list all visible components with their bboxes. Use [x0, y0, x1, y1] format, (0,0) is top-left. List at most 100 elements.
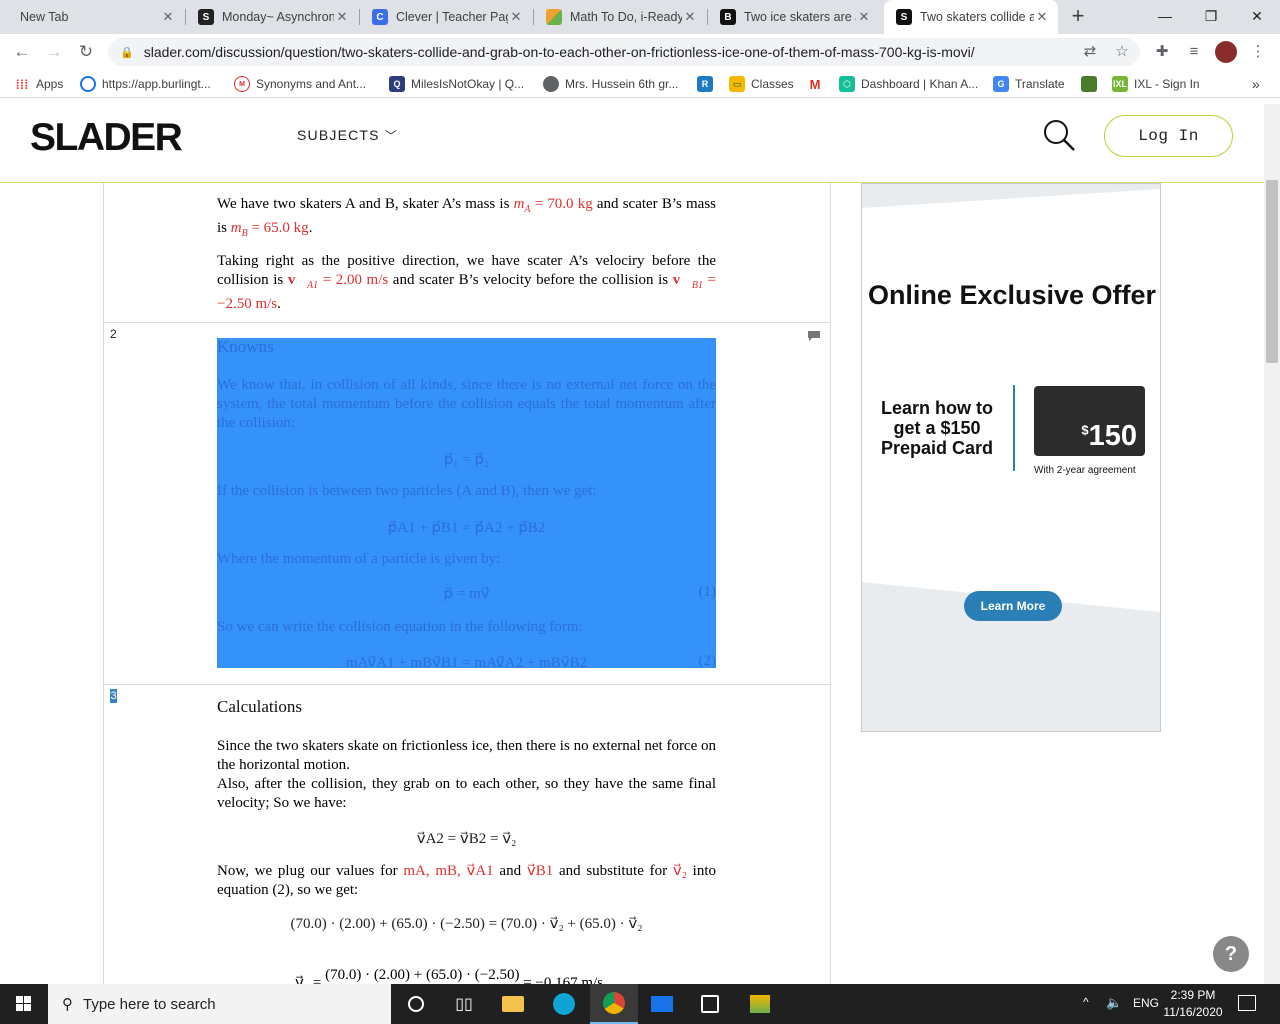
address-url: slader.com/discussion/question/two-skate… — [143, 44, 975, 60]
tab-ice-skaters[interactable]: B Two ice skaters are a ✕ — [708, 0, 880, 34]
help-button[interactable]: ? — [1213, 936, 1249, 972]
search-icon[interactable] — [1043, 119, 1075, 151]
chevron-up-icon[interactable]: ^ — [1083, 995, 1089, 1009]
step2-paragraph1: We know that, in collision of all kinds,… — [217, 377, 716, 431]
tab-new-tab[interactable]: New Tab ✕ — [8, 0, 184, 34]
mail-icon[interactable] — [638, 984, 686, 1024]
tab-iready[interactable]: Math To Do, i-Ready ✕ — [534, 0, 706, 34]
step2-paragraph3: Where the momentum of a particle is give… — [217, 551, 501, 567]
bookmark-synonyms[interactable]: M Synonyms and Ant... — [234, 75, 366, 93]
chrome-menu-icon[interactable]: ⋮ — [1246, 40, 1270, 64]
step1-paragraph2: Taking right as the positive direction, … — [217, 253, 717, 312]
bookmark-translate[interactable]: G Translate — [993, 75, 1065, 93]
store-icon[interactable] — [686, 984, 734, 1024]
cortana-icon[interactable] — [392, 984, 440, 1024]
bookmark-apps[interactable]: ⁞⁞⁞ Apps — [14, 75, 64, 93]
tab-title: Two ice skaters are a — [744, 10, 856, 24]
taskbar-search-box[interactable]: ⚲ Type here to search — [48, 984, 391, 1024]
app-icon[interactable] — [736, 984, 784, 1024]
windows-start-icon[interactable] — [0, 984, 48, 1024]
ad-tagline: Learn how to get a $150 Prepaid Card — [880, 398, 994, 458]
close-icon[interactable]: ✕ — [508, 9, 524, 25]
reload-icon[interactable]: ↻ — [74, 40, 98, 64]
bookmark-r[interactable]: R — [697, 75, 719, 93]
chevron-down-icon: ﹀ — [384, 129, 399, 143]
file-explorer-icon[interactable] — [489, 984, 537, 1024]
scrollbar-thumb[interactable] — [1266, 180, 1278, 363]
close-window-button[interactable]: ✕ — [1234, 0, 1280, 34]
forward-arrow-icon[interactable]: → — [42, 40, 66, 64]
close-icon[interactable]: ✕ — [160, 9, 176, 25]
back-arrow-icon[interactable]: ← — [10, 40, 34, 64]
task-view-icon[interactable]: ▯▯ — [440, 984, 488, 1024]
address-bar[interactable]: 🔒 slader.com/discussion/question/two-ska… — [108, 38, 1140, 66]
bookmark-classes[interactable]: ▭ Classes — [729, 75, 794, 93]
language-indicator[interactable]: ENG — [1133, 996, 1159, 1010]
subjects-menu[interactable]: SUBJECTS ﹀ — [297, 127, 398, 144]
bookmark-star-icon[interactable]: ☆ — [1110, 40, 1134, 64]
close-icon[interactable]: ✕ — [334, 9, 350, 25]
windows-taskbar: ⚲ Type here to search ▯▯ ^ 🔈 ENG 2:39 PM 1… — [0, 984, 1280, 1024]
comment-icon[interactable] — [807, 330, 821, 342]
close-icon[interactable]: ✕ — [1034, 9, 1050, 25]
tab-title: New Tab — [20, 10, 69, 24]
bookmark-unnamed[interactable] — [1081, 75, 1103, 93]
notifications-icon[interactable] — [1238, 995, 1256, 1011]
equation-final-velocity: v⃗₂ = (70.0) · (2.00) + (65.0) · (−2.50)… — [295, 967, 604, 984]
minimize-button[interactable]: — — [1142, 0, 1188, 34]
page-scrollbar[interactable] — [1264, 104, 1280, 984]
bookmark-mrs-hussein[interactable]: Mrs. Hussein 6th gr... — [543, 75, 678, 93]
profile-avatar[interactable] — [1214, 40, 1238, 64]
bookmark-gmail[interactable]: M — [807, 75, 829, 93]
bookmark-burlington[interactable]: https://app.burlingt... — [80, 75, 211, 93]
step3-heading: Calculations — [217, 697, 302, 716]
volume-muted-icon[interactable]: 🔈 — [1106, 995, 1122, 1011]
translate-page-icon[interactable]: ⇄ — [1078, 40, 1102, 64]
learn-more-button[interactable]: Learn More — [964, 591, 1062, 621]
tab-title: Math To Do, i-Ready — [570, 10, 682, 24]
chrome-icon[interactable] — [590, 984, 638, 1024]
step2-paragraph2: If the collision is between two particle… — [217, 483, 597, 499]
tab-clever[interactable]: C Clever | Teacher Page ✕ — [360, 0, 532, 34]
restore-button[interactable]: ❐ — [1188, 0, 1234, 34]
clever-favicon-icon: C — [372, 9, 388, 25]
merriam-webster-icon: M — [234, 76, 250, 92]
step2-heading: Knowns — [217, 337, 274, 356]
apps-grid-icon: ⁞⁞⁞ — [15, 76, 29, 92]
more-bookmarks-icon[interactable]: » — [1252, 75, 1260, 93]
search-icon: ⚲ — [62, 996, 73, 1013]
new-tab-button[interactable]: + — [1066, 5, 1090, 29]
bookmark-ixl[interactable]: IXL IXL - Sign In — [1112, 75, 1200, 93]
step3-paragraph1: Since the two skaters skate on frictionl… — [217, 738, 716, 773]
close-icon[interactable]: ✕ — [682, 9, 698, 25]
equation-two-particles: p⃗A1 + p⃗B1 = p⃗A2 + p⃗B2 — [387, 520, 546, 536]
edge-icon[interactable] — [540, 984, 588, 1024]
lock-icon: 🔒 — [120, 46, 134, 59]
gmail-icon: M — [807, 76, 823, 92]
equation-momentum-conservation: p⃗₁ = p⃗₂ — [443, 452, 490, 468]
globe-icon — [80, 76, 96, 92]
bookmark-quizlet[interactable]: Q MilesIsNotOkay | Q... — [389, 75, 524, 93]
globe-icon — [543, 76, 559, 92]
advertisement[interactable]: Online Exclusive Offer Learn how to get … — [861, 183, 1161, 732]
site-favicon-icon: S — [198, 9, 214, 25]
taskbar-clock[interactable]: 2:39 PM 11/16/2020 — [1160, 987, 1226, 1021]
iready-favicon-icon — [546, 9, 562, 25]
step-number: 3 — [110, 689, 117, 703]
browser-toolbar: ← → ↻ 🔒 slader.com/discussion/question/t… — [0, 34, 1280, 70]
tab-skaters-collide[interactable]: S Two skaters collide a ✕ — [884, 0, 1058, 34]
slader-logo[interactable]: SLADER — [30, 116, 183, 160]
slader-favicon-icon: S — [896, 9, 912, 25]
tab-title: Monday~ Asynchron — [222, 10, 334, 24]
log-in-button[interactable]: Log In — [1104, 115, 1233, 157]
media-controls-icon[interactable]: ≡ — [1182, 40, 1206, 64]
extensions-icon[interactable]: ✚ — [1150, 40, 1174, 64]
prepaid-card-image: $150 — [1034, 386, 1145, 456]
translate-icon: G — [993, 76, 1009, 92]
bookmark-khan[interactable]: ⬡ Dashboard | Khan A... — [839, 75, 978, 93]
web-page: SLADER SUBJECTS ﹀ Log In We have two ska… — [0, 104, 1280, 984]
solution-content: We have two skaters A and B, skater A’s … — [103, 183, 831, 984]
close-icon[interactable]: ✕ — [856, 9, 872, 25]
tab-monday[interactable]: S Monday~ Asynchron ✕ — [186, 0, 358, 34]
step3-paragraph3: Now, we plug our values for mA, mB, v⃗A1… — [217, 863, 716, 898]
